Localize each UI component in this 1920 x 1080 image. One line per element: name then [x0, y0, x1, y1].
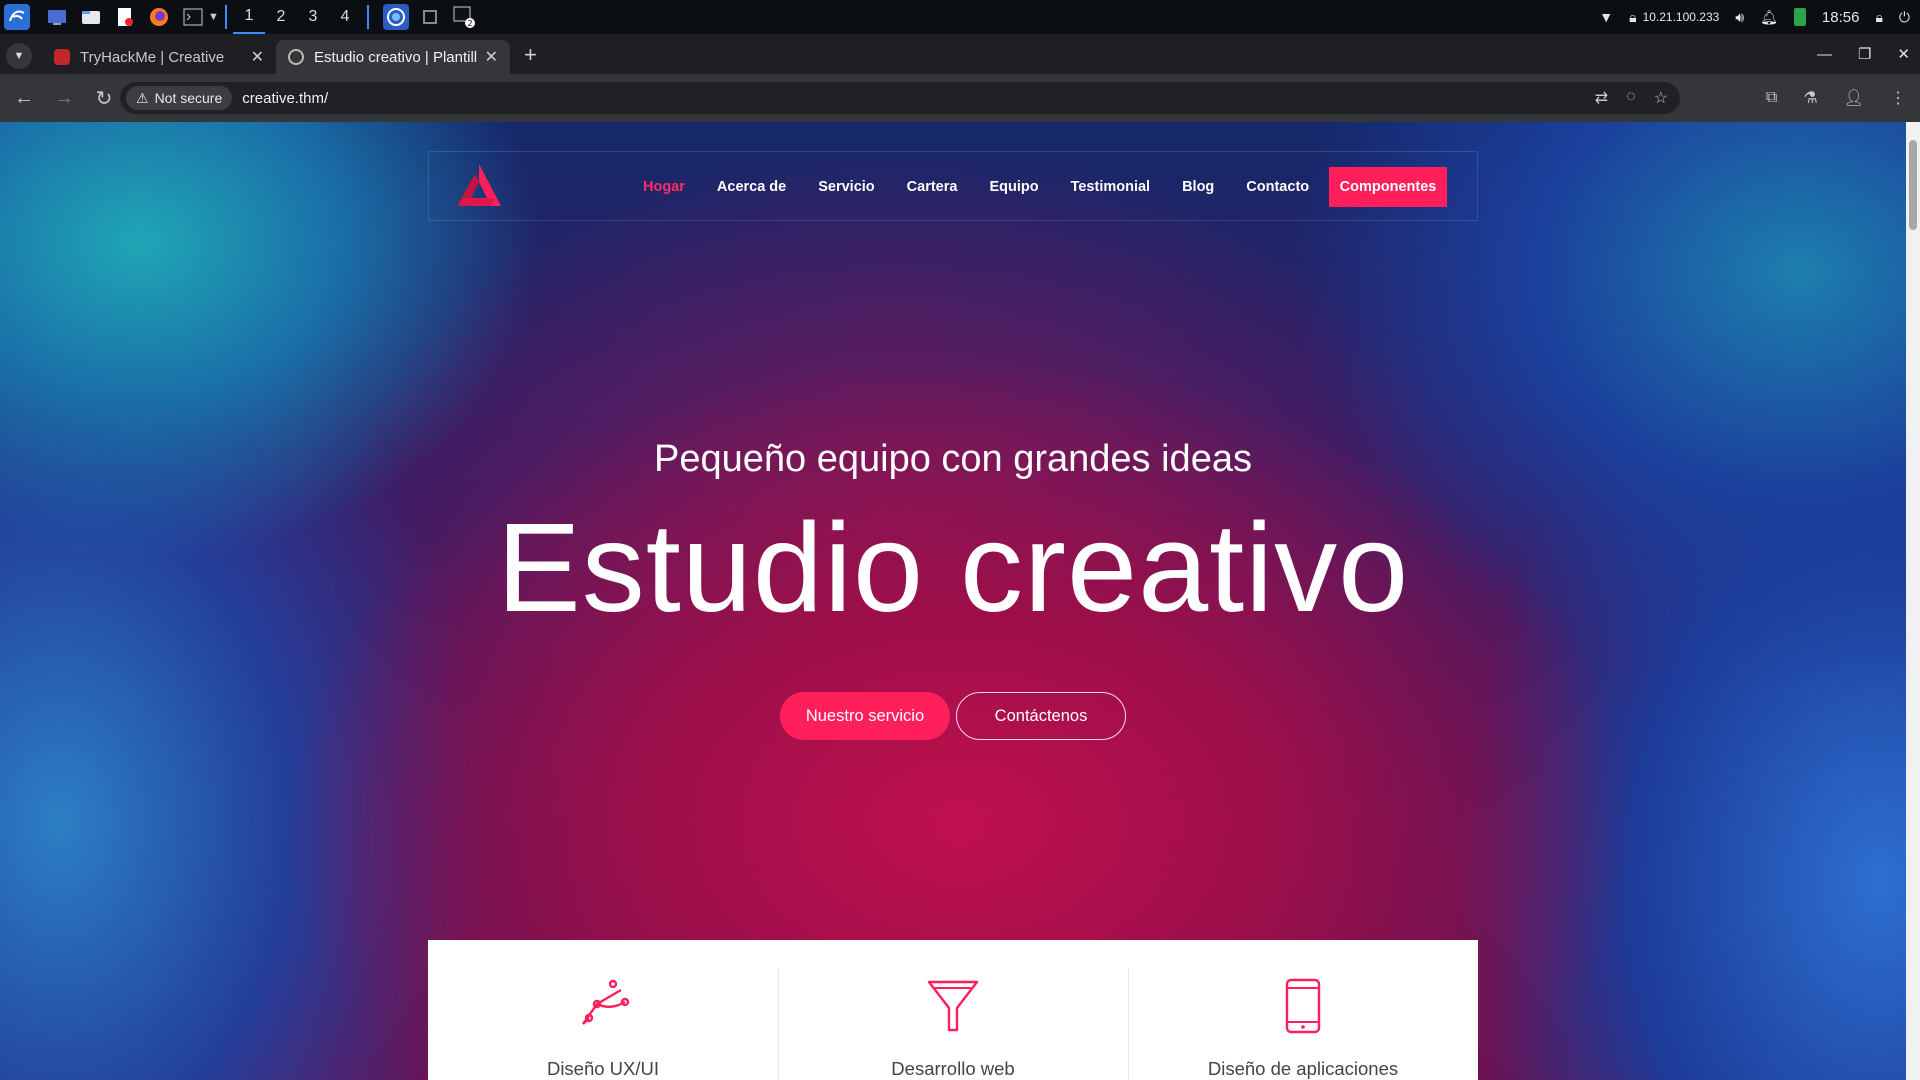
service-diseno-aplicaciones[interactable]: Diseño de aplicaciones [1128, 940, 1478, 1080]
menu-kebab-icon[interactable]: ⋮ [1890, 88, 1906, 108]
componentes-button[interactable]: Componentes [1329, 167, 1447, 207]
hero-subtitle: Pequeño equipo con grandes ideas [654, 438, 1252, 480]
close-tab-icon[interactable]: ✕ [251, 47, 264, 67]
hero-title: Estudio creativo [496, 497, 1410, 638]
terminal-window-icon[interactable]: 2 [451, 4, 477, 30]
nav-hogar[interactable]: Hogar [643, 179, 685, 195]
scrollbar-thumb[interactable] [1909, 140, 1917, 230]
funnel-icon [927, 980, 979, 1032]
vpn-lock-icon: 🔒︎ [1629, 8, 1637, 25]
globe-icon [288, 49, 304, 65]
minimize-icon[interactable]: — [1817, 46, 1832, 63]
tab-title: Estudio creativo | Plantilla [314, 48, 477, 66]
vpn-status[interactable]: 🔒︎ 10.21.100.233 [1629, 9, 1719, 26]
forward-button[interactable]: → [46, 80, 82, 116]
extensions-icon[interactable]: ⧉ [1766, 89, 1777, 107]
security-chip[interactable]: ⚠ Not secure [126, 86, 233, 110]
nav-testimonial[interactable]: Testimonial [1071, 179, 1151, 195]
tab-tryhackme[interactable]: TryHackMe | Creative ✕ [42, 40, 276, 74]
power-icon[interactable]: ⏻ [1899, 9, 1910, 26]
workspace-2[interactable]: 2 [265, 0, 297, 34]
chromium-window-icon[interactable] [382, 4, 409, 30]
volume-icon[interactable]: 🔊︎ [1735, 9, 1744, 26]
close-window-icon[interactable]: ✕ [1897, 45, 1910, 63]
services-card: Diseño UX/UI Desarrollo web Diseño de ap… [428, 940, 1478, 1080]
nav-servicio[interactable]: Servicio [818, 179, 874, 195]
wifi-icon[interactable]: ▼ [1599, 9, 1613, 25]
lock-screen-icon[interactable]: 🔒︎ [1875, 9, 1882, 26]
address-bar[interactable]: ⚠ Not secure creative.thm/ ⇄ ◌ ☆ [120, 82, 1680, 114]
nav-blog[interactable]: Blog [1182, 179, 1214, 195]
tab-title: TryHackMe | Creative [80, 48, 225, 66]
omnibox-actions: ⇄ ◌ ☆ [1595, 88, 1668, 108]
workspace-4[interactable]: 4 [329, 0, 361, 34]
service-label: Desarrollo web [891, 1058, 1015, 1079]
service-label: Diseño UX/UI [546, 1058, 660, 1079]
taskbar-separator [224, 5, 227, 29]
nuestro-servicio-button[interactable]: Nuestro servicio [780, 692, 950, 740]
contactenos-button[interactable]: Contáctenos [956, 692, 1126, 740]
os-taskbar: ▼ 1 2 3 4 2 ▼ 🔒︎ 10.21.100.233 🔊︎ 🔔︎ 18:… [0, 0, 1920, 34]
site-logo-icon[interactable] [453, 162, 505, 210]
system-tray: ▼ 🔒︎ 10.21.100.233 🔊︎ 🔔︎ 18:56 🔒︎ ⏻ [1599, 0, 1910, 34]
restore-icon[interactable]: ❐ [1858, 45, 1871, 63]
service-ux-ui[interactable]: Diseño UX/UI [428, 940, 778, 1080]
tab-search-icon[interactable]: ▼ [6, 43, 32, 69]
ip-address: 10.21.100.233 [1642, 10, 1720, 24]
service-desarrollo-web[interactable]: Desarrollo web [778, 940, 1128, 1080]
hero-buttons: Nuestro servicio Contáctenos [780, 692, 1126, 740]
browser-toolbar: ← → ↻ ⚠ Not secure creative.thm/ ⇄ ◌ ☆ ⧉… [0, 74, 1920, 122]
main-menu: Hogar Acerca de Servicio Cartera Equipo … [643, 152, 1341, 222]
tryhackme-favicon-icon [54, 49, 70, 65]
svg-text:2: 2 [467, 19, 472, 28]
profile-icon[interactable]: 👤︎ [1844, 88, 1864, 108]
desktop-icon[interactable] [44, 4, 70, 30]
browser-tab-strip: ▼ TryHackMe | Creative ✕ Estudio creativ… [0, 34, 1920, 74]
url-text[interactable]: creative.thm/ [242, 90, 328, 107]
taskbar-separator [366, 5, 369, 29]
window-icon[interactable] [417, 4, 443, 30]
bookmark-star-icon[interactable]: ☆ [1654, 88, 1668, 108]
file-manager-icon[interactable] [78, 4, 104, 30]
text-editor-icon[interactable] [112, 4, 138, 30]
clock[interactable]: 18:56 [1822, 9, 1860, 26]
back-button[interactable]: ← [6, 80, 42, 116]
reload-button[interactable]: ↻ [86, 80, 122, 116]
nav-contacto[interactable]: Contacto [1246, 179, 1309, 195]
warning-triangle-icon: ⚠ [136, 89, 149, 106]
notifications-icon[interactable]: 🔔︎ [1760, 9, 1778, 26]
page-viewport: Hogar Acerca de Servicio Cartera Equipo … [0, 122, 1906, 1080]
chevron-down-icon[interactable]: ▼ [208, 11, 219, 23]
labs-flask-icon[interactable]: ⚗ [1803, 88, 1817, 108]
translate-icon[interactable]: ⇄ [1595, 88, 1608, 108]
terminal-icon[interactable] [180, 4, 206, 30]
service-label: Diseño de aplicaciones [1207, 1058, 1399, 1079]
site-navbar: Hogar Acerca de Servicio Cartera Equipo … [428, 151, 1478, 221]
eye-off-icon[interactable]: ◌ [1626, 88, 1636, 108]
toolbar-actions: ⧉ ⚗ 👤︎ ⋮ [1766, 74, 1906, 122]
kali-menu-icon[interactable] [4, 4, 30, 30]
page-scrollbar[interactable] [1906, 122, 1920, 1080]
firefox-icon[interactable] [146, 4, 172, 30]
workspace-3[interactable]: 3 [297, 0, 329, 34]
vector-pen-icon [582, 979, 630, 1025]
nav-acerca-de[interactable]: Acerca de [717, 179, 786, 195]
close-tab-icon[interactable]: ✕ [485, 47, 498, 67]
window-controls: — ❐ ✕ [1817, 34, 1910, 74]
tablet-icon [1285, 978, 1321, 1034]
security-label: Not secure [154, 90, 223, 106]
new-tab-button[interactable]: + [524, 42, 537, 68]
nav-cartera[interactable]: Cartera [907, 179, 958, 195]
nav-equipo[interactable]: Equipo [989, 179, 1038, 195]
tab-estudio-creativo[interactable]: Estudio creativo | Plantilla ✕ [276, 40, 510, 74]
workspace-1[interactable]: 1 [232, 0, 265, 34]
battery-icon[interactable] [1793, 8, 1806, 26]
